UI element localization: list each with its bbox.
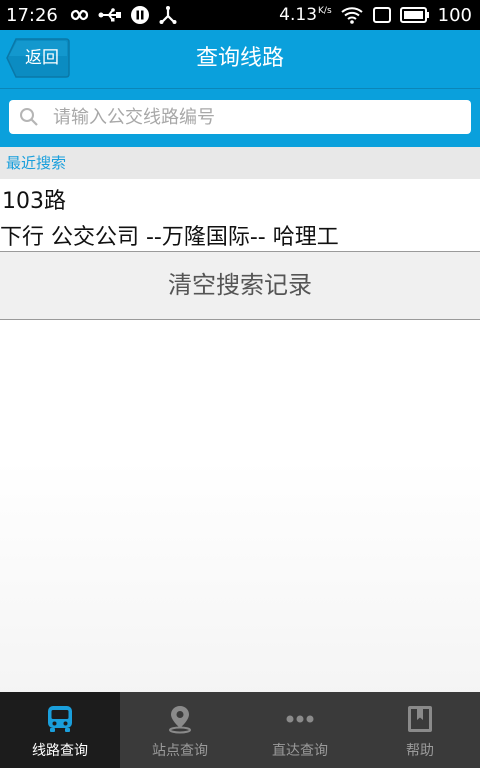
title-bar: 返回 查询线路 — [0, 30, 480, 89]
page-title: 查询线路 — [195, 46, 284, 71]
recent-search-item[interactable]: 103路 下行 公交公司 --万隆国际-- 哈理工 — [0, 179, 480, 252]
search-area — [0, 89, 480, 147]
tab-label: 线路查询 — [32, 743, 88, 759]
usb-icon — [98, 7, 122, 23]
network-speed: 4.13K/s — [279, 5, 332, 25]
route-detail: 下行 公交公司 --万隆国际-- 哈理工 — [0, 225, 339, 250]
search-box[interactable] — [9, 100, 471, 134]
share-network-icon — [158, 5, 178, 25]
location-pin-icon — [165, 704, 195, 734]
route-name: 103路 — [2, 189, 66, 214]
status-bar: 17:26 4.13K/s 100 — [0, 0, 480, 30]
tab-help[interactable]: 帮助 — [360, 692, 480, 768]
pause-icon — [130, 5, 150, 25]
tab-route-query[interactable]: 线路查询 — [0, 692, 120, 768]
back-label: 返回 — [25, 48, 59, 68]
recent-search-header: 最近搜索 — [0, 147, 480, 179]
screen-icon — [372, 6, 392, 24]
bus-icon — [45, 704, 75, 734]
tab-label: 直达查询 — [272, 743, 328, 759]
more-dots-icon — [285, 704, 315, 734]
search-icon — [19, 107, 39, 127]
tab-station-query[interactable]: 站点查询 — [120, 692, 240, 768]
bottom-tab-bar: 线路查询 站点查询 直达查询 帮助 — [0, 692, 480, 768]
wifi-icon — [340, 6, 364, 24]
tab-direct-query[interactable]: 直达查询 — [240, 692, 360, 768]
battery-icon — [399, 6, 430, 24]
tab-label: 帮助 — [406, 743, 434, 759]
help-book-icon — [405, 704, 435, 734]
battery-level: 100 — [437, 4, 472, 26]
tab-label: 站点查询 — [152, 743, 208, 759]
infinity-icon — [66, 8, 90, 22]
back-button[interactable]: 返回 — [6, 38, 70, 78]
status-time: 17:26 — [6, 4, 58, 26]
search-input[interactable] — [51, 105, 455, 129]
clear-history-button[interactable]: 清空搜索记录 — [0, 252, 480, 320]
